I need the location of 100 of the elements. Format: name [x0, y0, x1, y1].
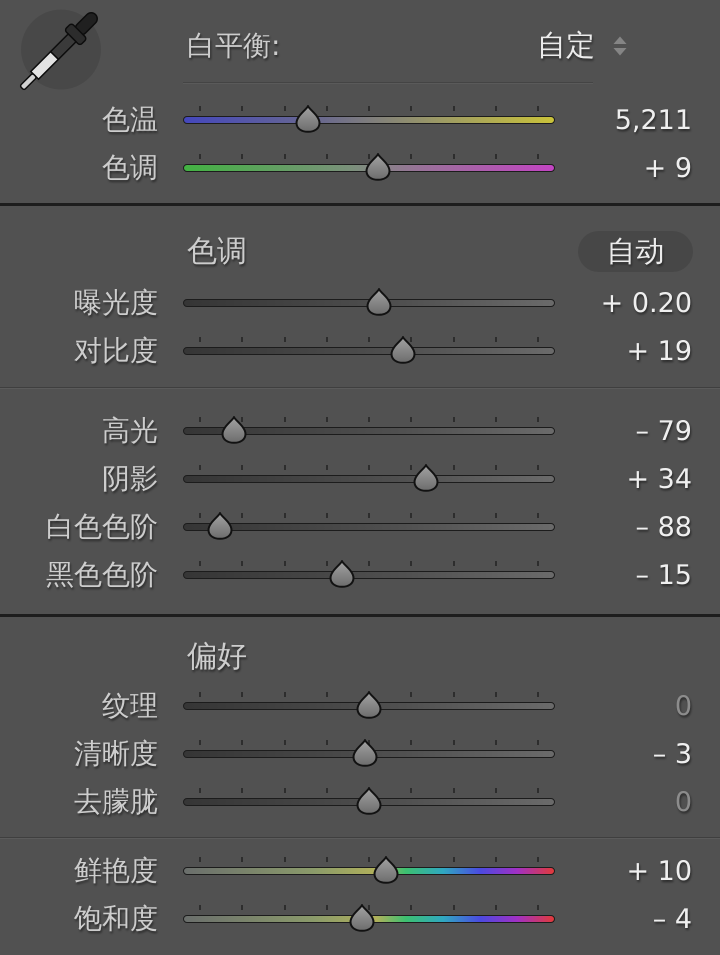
slider-track[interactable] — [183, 904, 555, 934]
tick-mark — [537, 740, 539, 745]
tick-mark — [284, 465, 286, 470]
tick-mark — [326, 692, 328, 697]
tick-mark — [537, 465, 539, 470]
tick-mark — [326, 905, 328, 910]
slider-thumb[interactable] — [349, 904, 376, 932]
slider-value: + 10 — [626, 856, 692, 886]
tick-mark — [537, 106, 539, 111]
slider-label: 阴影 — [102, 461, 158, 497]
tick-mark — [326, 788, 328, 793]
slider-label: 鲜艳度 — [74, 853, 158, 889]
slider-track[interactable] — [183, 288, 555, 318]
slider-label: 纹理 — [102, 688, 158, 724]
slider-track[interactable] — [183, 856, 555, 886]
tick-mark — [284, 106, 286, 111]
slider-value: 0 — [674, 786, 692, 818]
tick-mark — [368, 561, 370, 566]
slider-track[interactable] — [183, 464, 555, 494]
tick-mark — [537, 154, 539, 159]
tick-mark — [199, 513, 201, 518]
tick-mark — [241, 905, 244, 910]
tick-mark — [241, 561, 244, 566]
slider-track[interactable] — [183, 336, 555, 366]
tick-mark — [199, 417, 201, 422]
tick-mark — [326, 106, 328, 111]
slider-thumb[interactable] — [356, 787, 382, 815]
tick-mark — [494, 561, 497, 566]
tick-mark — [241, 337, 244, 342]
slider-track[interactable] — [183, 739, 555, 769]
tick-mark — [199, 337, 201, 342]
tick-mark — [410, 740, 412, 745]
tick-mark — [368, 417, 370, 422]
tick-mark — [452, 857, 454, 862]
slider-thumb[interactable] — [413, 464, 440, 492]
slider-thumb[interactable] — [328, 560, 355, 588]
slider-track[interactable] — [183, 105, 555, 135]
tick-mark — [494, 106, 497, 111]
slider-value: 5,211 — [614, 104, 692, 136]
tick-mark — [452, 106, 454, 111]
slider-label: 色温 — [102, 102, 158, 138]
tick-mark — [199, 857, 201, 862]
slider-label: 高光 — [102, 413, 158, 449]
slider-track[interactable] — [183, 416, 555, 446]
tick-mark — [537, 513, 539, 518]
slider-label: 饱和度 — [74, 901, 158, 937]
slider-thumb[interactable] — [390, 336, 416, 364]
slider-thumb[interactable] — [364, 153, 391, 181]
slider-track[interactable] — [183, 153, 555, 183]
slider-track[interactable] — [183, 560, 555, 590]
tick-mark — [537, 905, 539, 910]
tick-mark — [326, 417, 328, 422]
slider-thumb[interactable] — [221, 416, 248, 444]
tick-mark — [410, 692, 412, 697]
slider-value: + 0.20 — [600, 288, 692, 318]
slider-value: 0 — [674, 690, 692, 722]
tick-mark — [284, 154, 286, 159]
slider-thumb[interactable] — [352, 739, 378, 767]
slider-thumb[interactable] — [373, 856, 399, 884]
tick-mark — [284, 740, 286, 745]
tick-mark — [326, 337, 328, 342]
tick-mark — [326, 513, 328, 518]
tick-mark — [452, 788, 454, 793]
tick-mark — [410, 106, 412, 111]
tick-mark — [241, 788, 244, 793]
tick-mark — [326, 740, 328, 745]
tick-mark — [241, 154, 244, 159]
slider-track[interactable] — [183, 512, 555, 542]
slider-label: 黑色色阶 — [46, 557, 158, 593]
tick-mark — [284, 417, 286, 422]
tick-mark — [494, 740, 497, 745]
tick-mark — [452, 465, 454, 470]
auto-button[interactable]: 自动 — [578, 231, 693, 272]
tick-mark — [368, 513, 370, 518]
tick-mark — [537, 417, 539, 422]
tick-mark — [326, 465, 328, 470]
slider-thumb[interactable] — [356, 691, 382, 719]
preset-dropdown[interactable]: 自定 — [537, 26, 627, 66]
tick-mark — [326, 857, 328, 862]
tick-mark — [284, 561, 286, 566]
slider-thumb[interactable] — [294, 105, 321, 133]
tick-mark — [410, 561, 412, 566]
slider-thumb[interactable] — [366, 288, 392, 316]
tick-mark — [537, 857, 539, 862]
tick-mark — [537, 788, 539, 793]
slider-thumb[interactable] — [207, 512, 234, 540]
tick-mark — [494, 417, 497, 422]
tick-mark — [452, 417, 454, 422]
tick-mark — [284, 513, 286, 518]
slider-value: – 79 — [636, 416, 692, 446]
slider-track[interactable] — [183, 787, 555, 817]
tick-mark — [241, 513, 244, 518]
slider-track[interactable] — [183, 691, 555, 721]
tick-mark — [199, 561, 201, 566]
tick-mark — [199, 106, 201, 111]
tick-mark — [494, 337, 497, 342]
tick-mark — [368, 857, 370, 862]
tick-mark — [537, 337, 539, 342]
slider-value: + 19 — [626, 336, 692, 366]
tick-mark — [410, 465, 412, 470]
